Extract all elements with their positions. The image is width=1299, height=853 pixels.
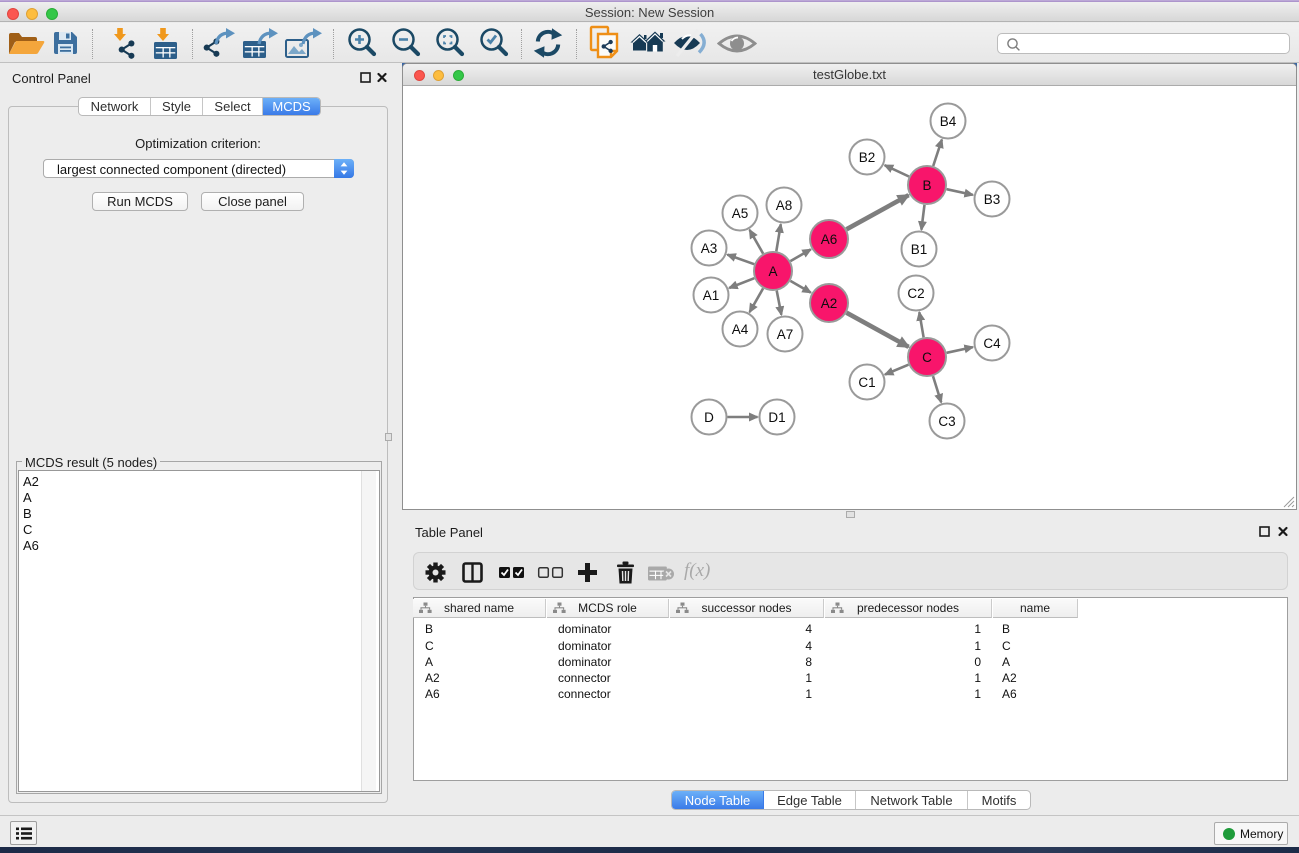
svg-text:B4: B4 [940,114,957,129]
svg-text:B2: B2 [859,150,876,165]
svg-text:A1: A1 [703,288,720,303]
svg-text:A3: A3 [701,241,718,256]
svg-text:A8: A8 [776,198,793,213]
svg-text:C3: C3 [938,414,955,429]
svg-text:C1: C1 [858,375,875,390]
svg-text:A4: A4 [732,322,749,337]
svg-text:C4: C4 [983,336,1001,351]
svg-text:A2: A2 [821,296,838,311]
svg-text:B3: B3 [984,192,1001,207]
svg-text:B: B [922,178,931,193]
svg-text:D1: D1 [768,410,785,425]
svg-text:A6: A6 [821,232,838,247]
svg-text:A: A [768,264,777,279]
svg-text:A7: A7 [777,327,794,342]
svg-text:A5: A5 [732,206,749,221]
svg-text:C2: C2 [907,286,924,301]
svg-text:C: C [922,350,932,365]
svg-text:D: D [704,410,714,425]
svg-text:B1: B1 [911,242,928,257]
